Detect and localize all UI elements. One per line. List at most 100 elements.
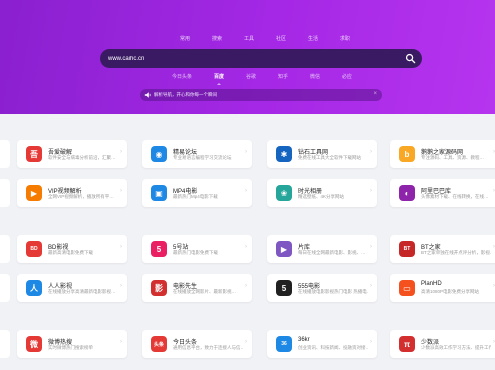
search-bar [100,49,422,68]
card-description: 在线播放分享高清最新电影影视… [48,289,116,294]
site-card[interactable]: 影电影先生 在线播放全网影片、最新影视… › [142,274,252,302]
site-card[interactable]: 微微博热搜 实时微博热门搜索榜单 › [17,330,127,358]
card-description: 最新热门电影免费下载 [173,250,218,255]
card-description: BT之家单独在线开点评分析，影视… [421,250,491,255]
site-card[interactable]: 5 5号站 最新热门电影免费下载 › [142,235,252,263]
chevron-right-icon: › [245,244,247,250]
card-description: 最新热门Mp4电影下载 [173,194,218,199]
site-card[interactable]: ◐ 阿里巴巴库 头像素材下载、在线转换，在线… › [390,179,495,207]
site-card[interactable]: ❀ 时光相册 精选壁纸、4K分享网站 › [267,179,377,207]
card-description: 全网VIP视频解析，播放所有平… [48,194,114,199]
card-title: PlanHD [421,281,442,287]
chevron-right-icon: › [245,188,247,194]
top-nav: 常用 搜索 工具 社区 生活 求职 [180,35,350,42]
site-card[interactable]: 头条 今日头条 通用信息平台，致力于连接人与信… › [142,330,252,358]
chevron-right-icon: › [120,188,122,194]
header-banner: 常用 搜索 工具 社区 生活 求职 今日头条 百度 谷歌 知乎 微信 必应 解析… [0,0,495,114]
sspai-icon: π [399,336,415,352]
card-description: 专业易语言编程学习交流论坛 [173,155,232,160]
eye-icon: ◉ [151,146,167,162]
chevron-right-icon: › [370,283,372,289]
chevron-right-icon: › [370,188,372,194]
site-card[interactable]: 吾吾爱破解 软件安全与病毒分析前沿，汇聚… › [17,140,127,168]
bd-movie-icon: BD [26,241,42,257]
card-description: 通用信息平台，致力于连接人与信… [173,345,243,350]
diamond-tool-icon: ✱ [276,146,292,162]
card-description: 少数派高效工作学习方法、提升工作… [421,345,491,350]
toutiao-icon: 头条 [151,336,167,352]
card-partial-left[interactable] [0,274,10,302]
notice-text: 解析导航，开心和你每一个瞬间 [154,92,217,97]
site-card[interactable]: BD BD影视 最新高清电影免费下载 › [17,235,127,263]
chevron-right-icon: › [120,283,122,289]
site-card[interactable]: π 少数派 少数派高效工作学习方法、提升工作… › [390,330,495,358]
site-grid: 吾吾爱破解 软件安全与病毒分析前沿，汇聚… › ◉ 精易论坛 专业易语言编程学习交流论坛 ›… [0,114,495,370]
card-description: 头像素材下载、在线转换，在线… [421,194,489,199]
site-card[interactable]: 5 555电影 在线播放电影影视热门电影 热播电… › [267,274,377,302]
site-card[interactable]: ▶ VIP视频解析 全网VIP视频解析，播放所有平… › [17,179,127,207]
vip-video-icon: ▶ [26,185,42,201]
tab-zhihu[interactable]: 知乎 [278,73,288,80]
card-partial-left[interactable] [0,235,10,263]
five-icon: 5 [151,241,167,257]
tab-baidu[interactable]: 百度 [214,73,224,85]
engine-tabs: 今日头条 百度 谷歌 知乎 微信 必应 [172,73,352,85]
site-card[interactable]: 人人人影视 在线播放分享高清最新电影影视… › [17,274,127,302]
card-description: 专注源码、工具、资源、教程… [421,155,484,160]
mp4-movie-icon: ▣ [151,185,167,201]
notice-bar: 解析导航，开心和你每一个瞬间 × [140,89,382,101]
nav-item-community[interactable]: 社区 [276,35,286,42]
tab-google[interactable]: 谷歌 [246,73,256,80]
album-icon: ❀ [276,185,292,201]
pianku-icon: ▶ [276,241,292,257]
search-input[interactable] [108,52,388,65]
52pojie-icon: 吾 [26,146,42,162]
tab-wechat[interactable]: 微信 [310,73,320,80]
tab-toutiao[interactable]: 今日头条 [172,73,192,80]
chevron-right-icon: › [370,339,372,345]
site-card[interactable]: 36 36kr 创业资讯、科技新闻、投融资对接… › [267,330,377,358]
card-title: 36kr [298,337,310,343]
chevron-right-icon: › [120,149,122,155]
card-description: 在线播放全网影片、最新影视… [173,289,236,294]
nav-item-search[interactable]: 搜索 [212,35,222,42]
site-card[interactable]: BT BT之家 BT之家单独在线开点评分析，影视… › [390,235,495,263]
nav-item-common[interactable]: 常用 [180,35,190,42]
card-description: 精选壁纸、4K分享网站 [298,194,345,199]
close-icon[interactable]: × [373,91,377,97]
card-description: 实时微博热门搜索榜单 [48,345,93,350]
alibaba-icon: ◐ [399,185,415,201]
nav-item-tools[interactable]: 工具 [244,35,254,42]
card-description: 高清1080P电影免费分享网站 [421,289,480,294]
card-partial-left[interactable] [0,179,10,207]
card-description: 最新高清电影免费下载 [48,250,93,255]
card-partial-left[interactable] [0,330,10,358]
site-card[interactable]: ▣ MP4电影 最新热门Mp4电影下载 › [142,179,252,207]
site-card[interactable]: b 鹅鹅之家源码网 专注源码、工具、资源、教程… › [390,140,495,168]
chevron-right-icon: › [245,339,247,345]
movie-mr-icon: 影 [151,280,167,296]
site-card[interactable]: ▶ 片库 每日在线全网最新电影、影视、… › [267,235,377,263]
renren-icon: 人 [26,280,42,296]
card-description: 每日在线全网最新电影、影视、… [298,250,366,255]
chevron-right-icon: › [245,149,247,155]
chevron-right-icon: › [245,283,247,289]
site-card[interactable]: ▭ PlanHD 高清1080P电影免费分享网站 › [390,274,495,302]
search-icon[interactable] [405,53,416,64]
555-movie-icon: 5 [276,280,292,296]
planhd-icon: ▭ [399,280,415,296]
chevron-right-icon: › [120,339,122,345]
chevron-right-icon: › [120,244,122,250]
nav-item-life[interactable]: 生活 [308,35,318,42]
chevron-right-icon: › [370,244,372,250]
36kr-icon: 36 [276,336,292,352]
card-partial-left[interactable] [0,140,10,168]
card-description: 创业资讯、科技新闻、投融资对接… [298,345,368,350]
nav-item-jobs[interactable]: 求职 [340,35,350,42]
tab-bing[interactable]: 必应 [342,73,352,80]
weibo-icon: 微 [26,336,42,352]
chevron-right-icon: › [370,149,372,155]
site-card[interactable]: ◉ 精易论坛 专业易语言编程学习交流论坛 › [142,140,252,168]
card-description: 免费在线工具大全软件下载网站 [298,155,361,160]
site-card[interactable]: ✱ 钻石工具网 免费在线工具大全软件下载网站 › [267,140,377,168]
